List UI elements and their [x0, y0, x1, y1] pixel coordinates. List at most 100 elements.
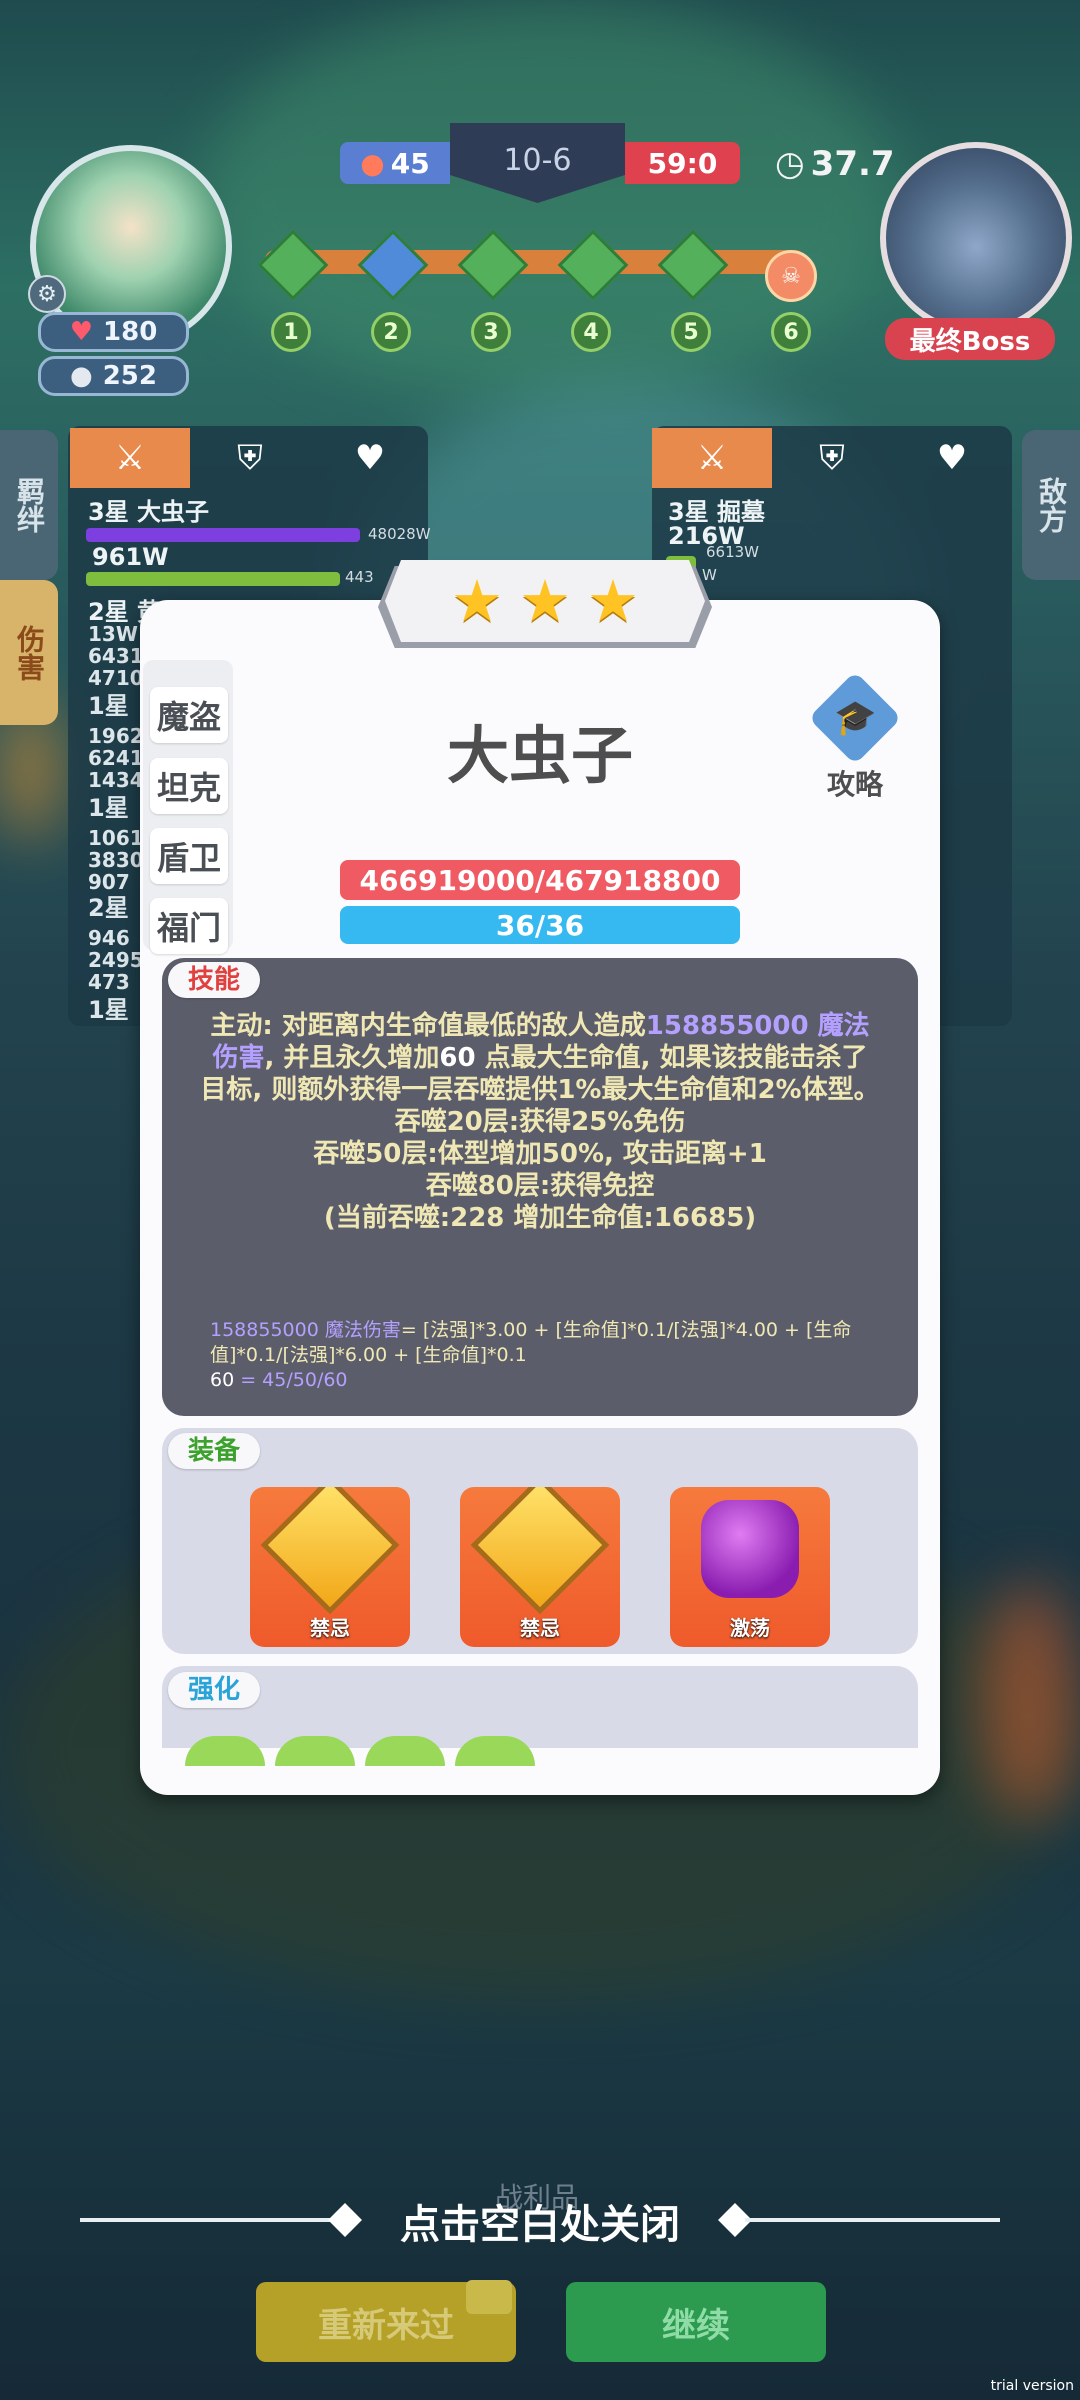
skill-tag: 技能: [168, 962, 261, 998]
left-row: 6241: [88, 746, 144, 770]
sword-icon[interactable]: ⚔: [652, 428, 772, 488]
equipment-item-surge[interactable]: 激荡: [670, 1487, 830, 1647]
stage-number: 2: [371, 312, 411, 352]
tab-bond-label: 羁绊: [13, 477, 46, 533]
left-second-bar: [86, 572, 340, 586]
tab-enemy-label: 敌方: [1035, 477, 1068, 533]
equipment-label: 禁忌: [520, 1616, 560, 1640]
stage-number: 5: [671, 312, 711, 352]
skill-stack-50: 吞噬50层:体型增加50%, 攻击距离+1: [313, 1139, 767, 1169]
timer-value: 37.7: [810, 144, 895, 184]
left-row: 1434: [88, 768, 144, 792]
shield-icon[interactable]: ⛨: [772, 428, 892, 488]
tab-bond[interactable]: 羁绊: [0, 430, 58, 580]
video-icon: [466, 2280, 512, 2314]
player-coin-pill: ● 252: [38, 356, 189, 396]
category-tag[interactable]: 魔盗: [150, 687, 228, 743]
gear-icon[interactable]: ⚙: [28, 275, 66, 313]
star-icon: ★: [587, 567, 639, 635]
fire-counter: ● 45: [340, 142, 450, 184]
right-second-small: W: [702, 566, 717, 584]
left-row: 6431: [88, 644, 144, 668]
yellow-gem-icon: [470, 1487, 610, 1615]
left-row: 1星: [88, 996, 129, 1024]
equipment-label: 激荡: [730, 1616, 770, 1640]
player-hp-value: 180: [103, 317, 158, 347]
category-tag[interactable]: 福门: [150, 898, 228, 954]
left-top-unit: 3星 大虫子: [88, 498, 210, 526]
left-row: 1星: [88, 692, 129, 720]
boss-avatar[interactable]: [880, 142, 1072, 334]
player-coin-value: 252: [102, 361, 157, 391]
boss-label: 最终Boss: [885, 318, 1055, 360]
heart-icon[interactable]: ♥: [310, 428, 430, 488]
equipment-item-forbidden[interactable]: 禁忌: [460, 1487, 620, 1647]
fire-icon: ●: [360, 146, 385, 180]
stage-number: 4: [571, 312, 611, 352]
close-hint[interactable]: 点击空白处关闭: [330, 2192, 750, 2250]
enhance-tag: 强化: [168, 1672, 261, 1708]
stage-number: 6: [771, 312, 811, 352]
score-bar: ● 45 10-6 59:0: [340, 123, 740, 203]
right-top-small: 6613W: [706, 543, 760, 561]
left-row: 473: [88, 970, 130, 994]
left-row: 2星: [88, 894, 129, 922]
timer: ◷ 37.7: [775, 144, 895, 184]
boss-stage-icon: ☠: [765, 250, 817, 302]
yellow-gem-icon: [260, 1487, 400, 1615]
purple-gem-icon: [701, 1500, 799, 1598]
left-top-bar: [86, 528, 360, 542]
category-tag[interactable]: 坦克: [150, 758, 228, 814]
tab-enemy[interactable]: 敌方: [1022, 430, 1080, 580]
left-row: 3830: [88, 848, 144, 872]
category-tag[interactable]: 盾卫: [150, 828, 228, 884]
equipment-tag: 装备: [168, 1433, 261, 1469]
left-top-value: 961W: [92, 543, 169, 571]
skill-stack-80: 吞噬80层:获得免控: [425, 1171, 655, 1201]
left-row: 1星: [88, 794, 129, 822]
close-line-left: [80, 2218, 335, 2222]
left-row: 4710: [88, 666, 144, 690]
star-icon: ★: [451, 567, 503, 635]
shield-icon[interactable]: ⛨: [190, 428, 310, 488]
tab-damage-label: 伤害: [13, 624, 46, 681]
fire-count: 45: [390, 146, 430, 180]
skill-current: (当前吞噬:228 增加生命值:16685): [323, 1203, 757, 1233]
close-line-right: [745, 2218, 1000, 2222]
heart-icon[interactable]: ♥: [892, 428, 1012, 488]
equipment-label: 禁忌: [310, 1616, 350, 1640]
sword-icon[interactable]: ⚔: [70, 428, 190, 488]
left-row: 1061: [88, 826, 144, 850]
coin-icon: ●: [70, 361, 93, 391]
hp-bar: 466919000/467918800: [340, 860, 740, 900]
left-second-small: 443: [345, 568, 374, 586]
enhance-section: [162, 1666, 918, 1748]
skill-description: 主动: 对距离内生命值最低的敌人造成158855000 魔法伤害, 并且永久增加…: [200, 1010, 880, 1234]
tab-damage[interactable]: 伤害: [0, 580, 58, 725]
left-row: 946: [88, 926, 130, 950]
stage-number: 1: [271, 312, 311, 352]
left-stat-tabs: ⚔ ⛨ ♥: [70, 428, 430, 488]
guide-button[interactable]: 🎓 攻略: [800, 671, 910, 805]
continue-button[interactable]: 继续: [566, 2282, 826, 2362]
stage-number: 3: [471, 312, 511, 352]
left-row: 1962: [88, 724, 144, 748]
player-hp-pill: ♥ 180: [38, 312, 189, 352]
left-row: 13W: [88, 622, 138, 646]
star-icon: ★: [519, 567, 571, 635]
clock-icon: ◷: [775, 144, 805, 184]
stars-banner: ★ ★ ★: [385, 560, 705, 642]
trial-watermark: trial version: [990, 2378, 1074, 2394]
left-top-small: 48028W: [368, 525, 431, 543]
mp-bar: 36/36: [340, 906, 740, 944]
graduation-cap-icon: 🎓: [808, 671, 902, 765]
skill-formula: 158855000 魔法伤害= [法强]*3.00 + [生命值]*0.1/[法…: [210, 1319, 852, 1391]
skill-main-text: 主动: 对距离内生命值最低的敌人造成158855000 魔法伤害, 并且永久增加…: [200, 1011, 880, 1105]
left-row: 907: [88, 870, 130, 894]
right-stat-tabs: ⚔ ⛨ ♥: [652, 428, 1012, 488]
equipment-item-forbidden[interactable]: 禁忌: [250, 1487, 410, 1647]
left-row: 2495: [88, 948, 144, 972]
hero-name: 大虫子: [446, 719, 633, 792]
enemy-score: 59:0: [625, 142, 740, 184]
skill-stack-20: 吞噬20层:获得25%免伤: [394, 1107, 686, 1137]
